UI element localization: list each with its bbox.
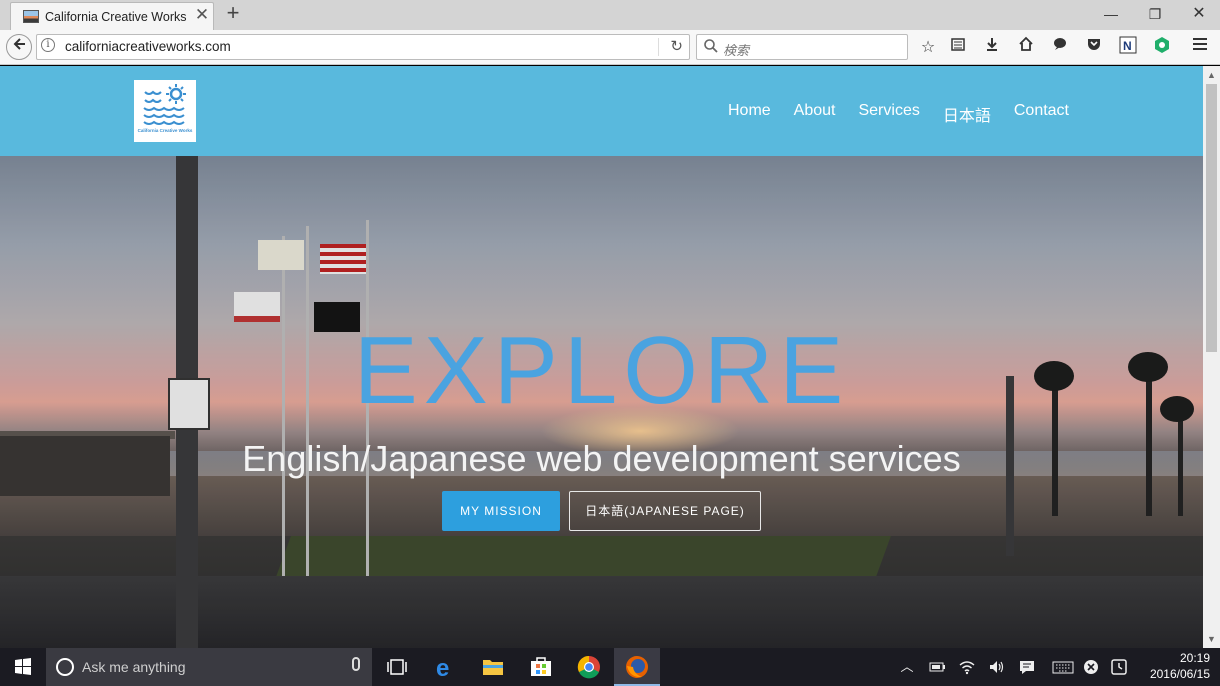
task-view-button[interactable] [374, 648, 420, 686]
action-center-icon[interactable] [1018, 658, 1036, 676]
tab-close-icon[interactable]: ✕ [193, 5, 211, 25]
search-icon [703, 38, 719, 54]
new-tab-button[interactable]: + [222, 2, 244, 26]
nav-japanese[interactable]: 日本語 [943, 102, 991, 126]
svg-text:N: N [1123, 39, 1132, 53]
menu-hamburger-icon[interactable] [1188, 36, 1212, 60]
japanese-page-button[interactable]: 日本語(JAPANESE PAGE) [569, 491, 761, 531]
scroll-thumb[interactable] [1206, 84, 1217, 352]
hero-section: EXPLORE English/Japanese web development… [0, 156, 1203, 648]
hero-title: EXPLORE [353, 317, 850, 424]
address-bar[interactable]: i californiacreativeworks.com ↻ [36, 34, 690, 60]
firefox-app-button[interactable] [614, 648, 660, 686]
reload-icon[interactable]: ↻ [670, 37, 683, 55]
show-hidden-icons-chevron-icon[interactable]: ︿ [898, 658, 916, 676]
site-logo[interactable]: California Creative Works [134, 80, 196, 142]
web-page: California Creative Works Home About Ser… [0, 66, 1203, 648]
chrome-app-button[interactable] [566, 648, 612, 686]
hero-subtitle: English/Japanese web development service… [242, 438, 961, 479]
file-explorer-app-button[interactable] [470, 648, 516, 686]
chat-icon[interactable] [1048, 36, 1072, 60]
tab-strip: California Creative Works ... ✕ + — ❐ ✕ [0, 0, 1220, 30]
svg-text:e: e [436, 655, 449, 682]
extension-hex-icon[interactable] [1150, 36, 1174, 60]
site-header: California Creative Works Home About Ser… [0, 66, 1203, 156]
nav-contact[interactable]: Contact [1014, 102, 1069, 126]
navigation-toolbar: i californiacreativeworks.com ↻ 検索 ☆ N [0, 30, 1220, 65]
cortana-icon [56, 658, 74, 676]
site-favicon-icon [23, 10, 39, 23]
touch-keyboard-icon[interactable] [1052, 658, 1074, 676]
pocket-icon[interactable] [1082, 36, 1106, 60]
onenote-clipper-icon[interactable]: N [1116, 36, 1140, 60]
clock-date[interactable]: 2016/06/15 [1142, 667, 1210, 681]
clock-time[interactable]: 20:19 [1142, 651, 1210, 665]
scroll-down-arrow-icon[interactable]: ▼ [1207, 634, 1216, 644]
battery-icon[interactable] [928, 658, 946, 676]
windows-logo-icon [15, 658, 31, 675]
clock-app-icon[interactable] [1110, 658, 1128, 676]
edge-app-button[interactable]: e [422, 648, 468, 686]
logo-sun-waves-icon [143, 84, 186, 125]
notification-close-icon[interactable] [1082, 658, 1100, 676]
home-icon[interactable] [1014, 36, 1038, 60]
close-window-button[interactable]: ✕ [1184, 2, 1214, 26]
tab-title: California Creative Works ... [45, 10, 191, 24]
search-box[interactable]: 検索 [696, 34, 908, 60]
back-button[interactable] [6, 34, 32, 60]
nav-about[interactable]: About [794, 102, 836, 126]
restore-button[interactable]: ❐ [1140, 2, 1170, 26]
start-button[interactable] [0, 648, 46, 686]
browser-tab[interactable]: California Creative Works ... ✕ [10, 2, 214, 30]
bookmark-star-icon[interactable]: ☆ [916, 36, 940, 60]
site-info-icon[interactable]: i [41, 38, 55, 52]
edge-icon: e [436, 655, 449, 682]
firefox-icon [626, 656, 648, 678]
scroll-up-arrow-icon[interactable]: ▲ [1207, 70, 1216, 80]
page-scrollbar[interactable]: ▲ ▼ [1203, 66, 1220, 648]
store-bag-icon [531, 657, 551, 676]
folder-icon [483, 660, 503, 675]
windows-taskbar: Ask me anything e ︿ 20:19 2016/06/15 [0, 648, 1220, 686]
cortana-search-placeholder: Ask me anything [82, 659, 186, 675]
task-view-icon [387, 659, 407, 675]
reading-list-icon[interactable] [946, 36, 970, 60]
microphone-icon[interactable] [352, 657, 360, 671]
cortana-search-bar[interactable]: Ask me anything [46, 648, 372, 686]
download-icon[interactable] [980, 36, 1004, 60]
wifi-icon[interactable] [958, 658, 976, 676]
site-navigation: Home About Services 日本語 Contact [705, 102, 1069, 126]
url-text[interactable]: californiacreativeworks.com [65, 39, 231, 54]
store-app-button[interactable] [518, 648, 564, 686]
chrome-icon [577, 655, 600, 679]
logo-text: California Creative Works [137, 128, 193, 133]
minimize-button[interactable]: — [1096, 2, 1126, 26]
back-arrow-icon [13, 38, 25, 50]
volume-icon[interactable] [988, 658, 1006, 676]
nav-services[interactable]: Services [858, 102, 919, 126]
url-divider [658, 38, 659, 56]
search-placeholder: 検索 [723, 43, 750, 58]
nav-home[interactable]: Home [728, 102, 771, 126]
my-mission-button[interactable]: MY MISSION [442, 491, 560, 531]
